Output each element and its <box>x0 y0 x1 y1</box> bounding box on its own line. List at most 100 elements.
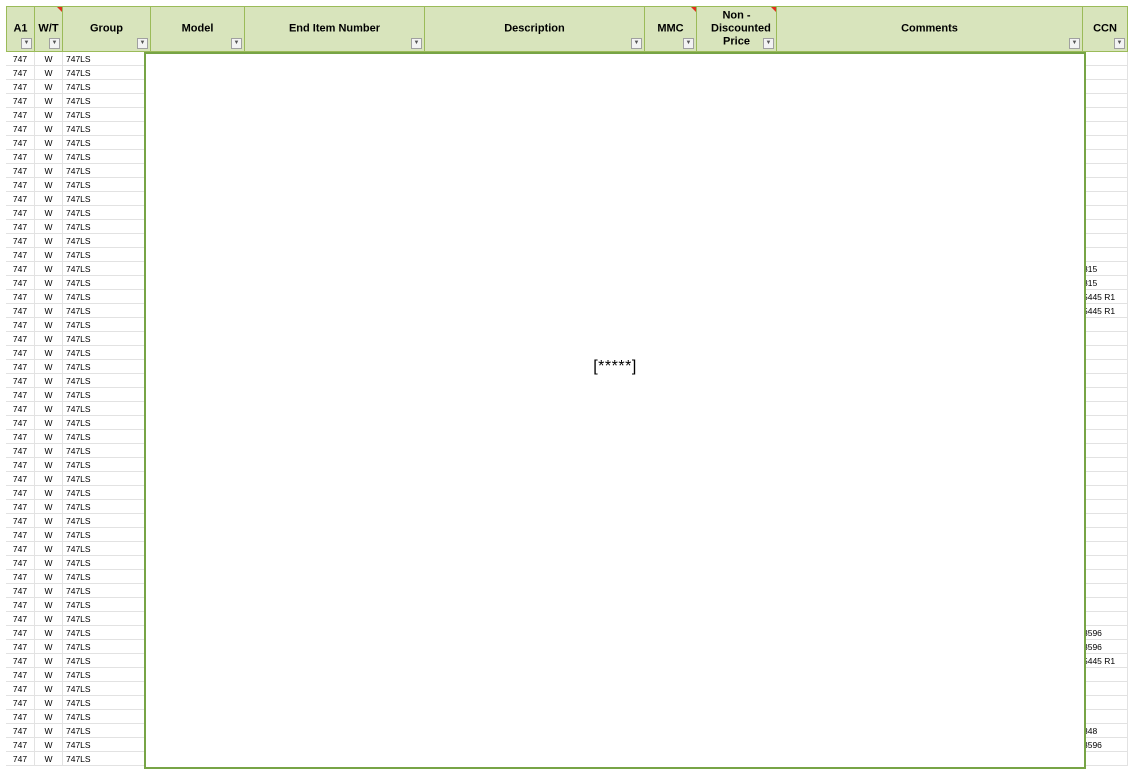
cell-a1[interactable]: 747 <box>6 220 35 234</box>
cell-ccn[interactable] <box>1083 164 1128 178</box>
cell-wt[interactable]: W <box>35 66 63 80</box>
cell-wt[interactable]: W <box>35 262 63 276</box>
cell-a1[interactable]: 747 <box>6 528 35 542</box>
cell-a1[interactable]: 747 <box>6 472 35 486</box>
cell-wt[interactable]: W <box>35 136 63 150</box>
cell-a1[interactable]: 747 <box>6 500 35 514</box>
cell-ccn[interactable] <box>1083 192 1128 206</box>
cell-wt[interactable]: W <box>35 150 63 164</box>
cell-wt[interactable]: W <box>35 80 63 94</box>
cell-ccn[interactable]: 3596 <box>1083 640 1128 654</box>
cell-a1[interactable]: 747 <box>6 52 35 66</box>
cell-a1[interactable]: 747 <box>6 556 35 570</box>
cell-a1[interactable]: 747 <box>6 542 35 556</box>
cell-group[interactable]: 747LS <box>63 682 151 696</box>
cell-group[interactable]: 747LS <box>63 472 151 486</box>
column-header-a1[interactable]: A1 ▼ <box>6 6 35 52</box>
cell-wt[interactable]: W <box>35 528 63 542</box>
cell-wt[interactable]: W <box>35 752 63 766</box>
cell-wt[interactable]: W <box>35 108 63 122</box>
cell-group[interactable]: 747LS <box>63 612 151 626</box>
cell-a1[interactable]: 747 <box>6 724 35 738</box>
cell-wt[interactable]: W <box>35 430 63 444</box>
cell-group[interactable]: 747LS <box>63 290 151 304</box>
cell-ccn[interactable] <box>1083 612 1128 626</box>
cell-a1[interactable]: 747 <box>6 248 35 262</box>
cell-wt[interactable]: W <box>35 738 63 752</box>
filter-dropdown-icon[interactable]: ▼ <box>411 38 422 49</box>
cell-wt[interactable]: W <box>35 444 63 458</box>
cell-a1[interactable]: 747 <box>6 332 35 346</box>
cell-ccn[interactable] <box>1083 234 1128 248</box>
column-header-ccn[interactable]: CCN ▼ <box>1083 6 1128 52</box>
cell-group[interactable]: 747LS <box>63 346 151 360</box>
cell-a1[interactable]: 747 <box>6 136 35 150</box>
cell-group[interactable]: 747LS <box>63 360 151 374</box>
cell-wt[interactable]: W <box>35 374 63 388</box>
cell-group[interactable]: 747LS <box>63 192 151 206</box>
cell-ccn[interactable]: 5445 R1 <box>1083 654 1128 668</box>
cell-group[interactable]: 747LS <box>63 640 151 654</box>
cell-group[interactable]: 747LS <box>63 122 151 136</box>
cell-group[interactable]: 747LS <box>63 80 151 94</box>
cell-group[interactable]: 747LS <box>63 262 151 276</box>
cell-ccn[interactable] <box>1083 346 1128 360</box>
cell-a1[interactable]: 747 <box>6 514 35 528</box>
cell-ccn[interactable] <box>1083 556 1128 570</box>
cell-wt[interactable]: W <box>35 318 63 332</box>
cell-group[interactable]: 747LS <box>63 752 151 766</box>
cell-wt[interactable]: W <box>35 164 63 178</box>
cell-wt[interactable]: W <box>35 122 63 136</box>
cell-group[interactable]: 747LS <box>63 724 151 738</box>
cell-group[interactable]: 747LS <box>63 136 151 150</box>
cell-wt[interactable]: W <box>35 402 63 416</box>
cell-ccn[interactable] <box>1083 682 1128 696</box>
cell-wt[interactable]: W <box>35 192 63 206</box>
cell-group[interactable]: 747LS <box>63 710 151 724</box>
cell-ccn[interactable]: 815 <box>1083 276 1128 290</box>
cell-group[interactable]: 747LS <box>63 696 151 710</box>
cell-a1[interactable]: 747 <box>6 80 35 94</box>
cell-a1[interactable]: 747 <box>6 654 35 668</box>
cell-group[interactable]: 747LS <box>63 458 151 472</box>
cell-group[interactable]: 747LS <box>63 66 151 80</box>
cell-group[interactable]: 747LS <box>63 556 151 570</box>
cell-ccn[interactable] <box>1083 220 1128 234</box>
cell-group[interactable]: 747LS <box>63 304 151 318</box>
cell-wt[interactable]: W <box>35 696 63 710</box>
cell-ccn[interactable] <box>1083 444 1128 458</box>
cell-a1[interactable]: 747 <box>6 304 35 318</box>
cell-a1[interactable]: 747 <box>6 94 35 108</box>
cell-a1[interactable]: 747 <box>6 388 35 402</box>
cell-ccn[interactable] <box>1083 458 1128 472</box>
cell-wt[interactable]: W <box>35 458 63 472</box>
cell-group[interactable]: 747LS <box>63 52 151 66</box>
cell-wt[interactable]: W <box>35 388 63 402</box>
cell-wt[interactable]: W <box>35 598 63 612</box>
cell-a1[interactable]: 747 <box>6 570 35 584</box>
column-header-wt[interactable]: W/T ▼ <box>35 6 63 52</box>
filter-dropdown-icon[interactable]: ▼ <box>1069 38 1080 49</box>
cell-ccn[interactable] <box>1083 668 1128 682</box>
filter-dropdown-icon[interactable]: ▼ <box>763 38 774 49</box>
cell-ccn[interactable] <box>1083 472 1128 486</box>
cell-ccn[interactable] <box>1083 752 1128 766</box>
comment-indicator-icon[interactable] <box>57 7 62 12</box>
cell-ccn[interactable] <box>1083 80 1128 94</box>
cell-group[interactable]: 747LS <box>63 332 151 346</box>
cell-a1[interactable]: 747 <box>6 122 35 136</box>
cell-wt[interactable]: W <box>35 514 63 528</box>
cell-wt[interactable]: W <box>35 626 63 640</box>
cell-wt[interactable]: W <box>35 542 63 556</box>
cell-ccn[interactable]: 5445 R1 <box>1083 290 1128 304</box>
cell-group[interactable]: 747LS <box>63 486 151 500</box>
cell-wt[interactable]: W <box>35 178 63 192</box>
cell-ccn[interactable] <box>1083 332 1128 346</box>
cell-ccn[interactable]: 3596 <box>1083 738 1128 752</box>
cell-wt[interactable]: W <box>35 52 63 66</box>
cell-a1[interactable]: 747 <box>6 66 35 80</box>
cell-wt[interactable]: W <box>35 724 63 738</box>
cell-ccn[interactable] <box>1083 150 1128 164</box>
cell-ccn[interactable] <box>1083 66 1128 80</box>
cell-ccn[interactable] <box>1083 136 1128 150</box>
